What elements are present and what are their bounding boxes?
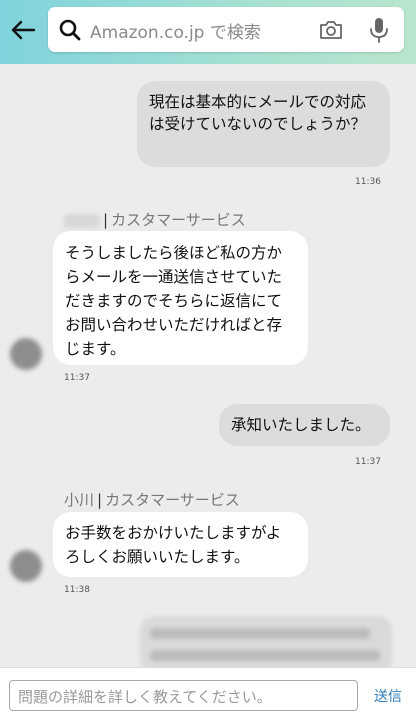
send-button[interactable]: 送信 bbox=[374, 686, 402, 706]
search-icon bbox=[59, 19, 81, 41]
blurred-message bbox=[140, 616, 392, 674]
microphone-icon[interactable] bbox=[368, 16, 390, 44]
message-input[interactable]: 問題の詳細を詳しく教えてください。 bbox=[9, 680, 358, 711]
agent-name: 小川 bbox=[64, 491, 95, 509]
outgoing-message: 承知いたしました。 bbox=[219, 404, 390, 446]
message-timestamp: 11:37 bbox=[64, 373, 90, 383]
message-text: 承知いたしました。 bbox=[231, 416, 371, 434]
agent-label: 小川 | カスタマーサービス bbox=[64, 491, 240, 509]
blurred-agent-name bbox=[64, 213, 100, 228]
agent-label: | カスタマーサービス bbox=[64, 209, 246, 230]
avatar bbox=[10, 338, 42, 370]
arrow-left-icon[interactable] bbox=[9, 16, 37, 44]
incoming-message: そうしましたら後ほど私の方からメールを一通送信させていただきますのでそちらに返信… bbox=[53, 231, 308, 365]
avatar bbox=[10, 550, 42, 582]
message-text: 現在は基本的にメールでの対応は受けていないのでしょうか？ bbox=[149, 93, 367, 133]
incoming-message: お手数をおかけいたしますがよろしくお願いいたします。 bbox=[53, 512, 308, 577]
search-input[interactable]: Amazon.co.jp で検索 bbox=[90, 18, 261, 43]
outgoing-message: 現在は基本的にメールでの対応は受けていないのでしょうか？ bbox=[137, 81, 390, 167]
message-composer: 問題の詳細を詳しく教えてください。 送信 bbox=[0, 667, 416, 721]
top-bar: Amazon.co.jp で検索 bbox=[0, 0, 416, 64]
message-timestamp: 11:38 bbox=[64, 585, 90, 595]
message-input-placeholder: 問題の詳細を詳しく教えてください。 bbox=[18, 688, 272, 706]
search-box[interactable]: Amazon.co.jp で検索 bbox=[48, 7, 404, 52]
agent-role: カスタマーサービス bbox=[111, 211, 246, 229]
message-timestamp: 11:36 bbox=[355, 177, 381, 187]
camera-icon[interactable] bbox=[318, 17, 344, 43]
message-text: お手数をおかけいたしますがよろしくお願いいたします。 bbox=[65, 524, 282, 566]
agent-role: カスタマーサービス bbox=[105, 491, 240, 509]
message-timestamp: 11:37 bbox=[355, 457, 381, 467]
message-text: そうしましたら後ほど私の方からメールを一通送信させていただきますのでそちらに返信… bbox=[65, 244, 283, 358]
